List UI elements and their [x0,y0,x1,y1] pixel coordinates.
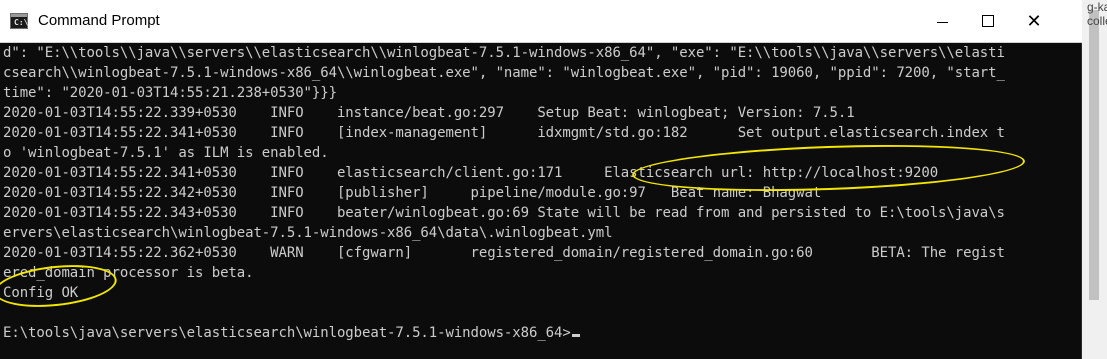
command-prompt-icon[interactable]: C:\ [10,13,28,29]
title-bar[interactable]: C:\ Command Prompt ✕ [0,0,1082,43]
console-line: 2020-01-03T14:55:22.341+0530 INFO elasti… [3,165,939,181]
console-line: 2020-01-03T14:55:22.342+0530 INFO [publi… [3,185,822,201]
prompt-text: E:\tools\java\servers\elasticsearch\winl… [3,325,571,341]
console-line: d": "E:\\tools\\java\\servers\\elasticse… [3,45,1005,61]
minimize-icon [936,21,948,23]
app-icon-text: C:\ [14,18,29,27]
window-title: Command Prompt [38,12,160,29]
console-line: 2020-01-03T14:55:22.339+0530 INFO instan… [3,105,855,121]
console-line: time": "2020-01-03T14:55:21.238+0530"}}} [3,85,337,101]
prompt-line[interactable]: E:\tools\java\servers\elasticsearch\winl… [3,323,580,343]
scroll-thumb[interactable] [1089,10,1099,300]
scrollbar[interactable] [1082,0,1107,359]
close-icon: ✕ [1026,10,1042,32]
command-prompt-window: C:\ Command Prompt ✕ d": "E:\\tools\\jav… [0,0,1082,359]
console-line: o 'winlogbeat-7.5.1' as ILM is enabled. [3,145,329,161]
console-line: Config OK [3,285,79,301]
maximize-icon [982,15,994,27]
console-line: 2020-01-03T14:55:22.362+0530 WARN [cfgwa… [3,245,1005,261]
minimize-button[interactable] [919,0,965,42]
close-button[interactable]: ✕ [1011,0,1057,42]
console-line: 2020-01-03T14:55:22.341+0530 INFO [index… [3,125,1005,141]
maximize-button[interactable] [965,0,1011,42]
console-line: csearch\\winlogbeat-7.5.1-windows-x86_64… [3,65,1005,81]
text-cursor [571,334,580,337]
console-output[interactable]: d": "E:\\tools\\java\\servers\\elasticse… [0,43,1080,359]
background-window-fragment: g-ka collection [1087,0,1107,28]
console-line: ervers\elasticsearch\winlogbeat-7.5.1-wi… [3,225,613,241]
console-line: ered_domain processor is beta. [3,265,254,281]
console-line: 2020-01-03T14:55:22.343+0530 INFO beater… [3,205,1005,221]
